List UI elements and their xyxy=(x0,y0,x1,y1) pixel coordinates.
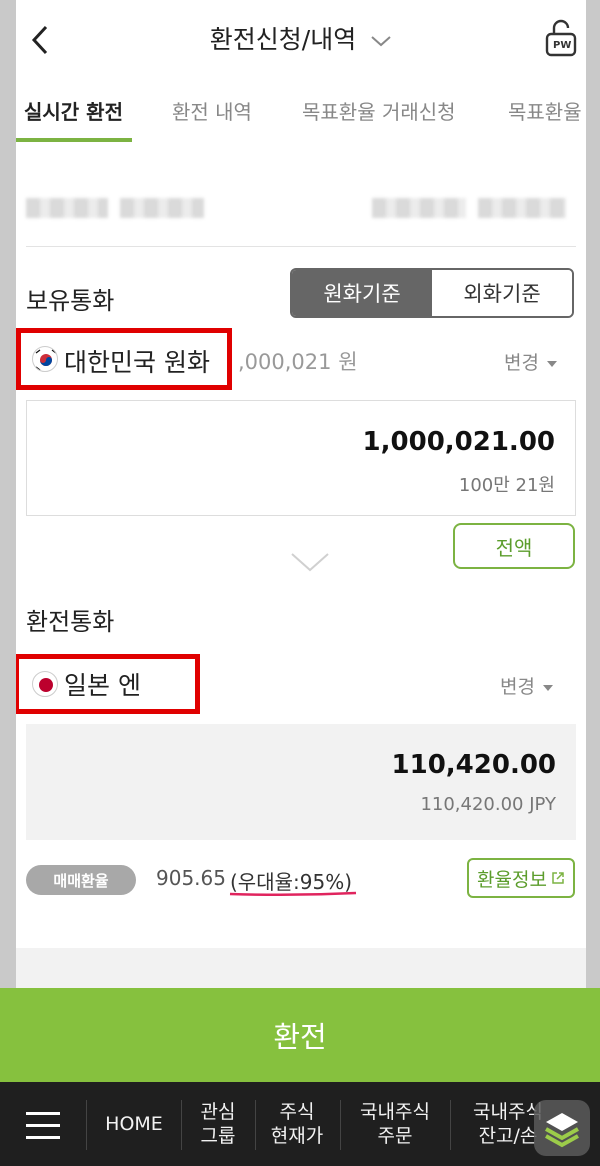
target-amount-jpy: 110,420.00 JPY xyxy=(420,794,556,815)
caret-down-icon xyxy=(542,684,553,691)
owned-amount-value: 1,000,021.00 xyxy=(362,427,555,457)
rate-info-button[interactable]: 환율정보 xyxy=(467,858,575,898)
owned-change-dropdown[interactable]: 변경 xyxy=(504,348,557,375)
tab-target-rate-request[interactable]: 목표환율 거래신청 xyxy=(302,96,456,125)
target-change-dropdown[interactable]: 변경 xyxy=(500,672,553,699)
owned-currency-title: 보유통화 xyxy=(26,287,115,315)
menu-icon[interactable] xyxy=(26,1112,60,1140)
header: 환전신청/내역 PW xyxy=(16,0,586,78)
chevron-down-icon xyxy=(371,36,391,47)
target-amount-value: 110,420.00 xyxy=(391,750,556,780)
nav-divider xyxy=(86,1100,87,1150)
tab-exchange-history[interactable]: 환전 내역 xyxy=(172,96,252,125)
account-blur-3 xyxy=(372,198,466,218)
nav-stock-price[interactable]: 주식 현재가 xyxy=(256,1082,338,1166)
target-change-label: 변경 xyxy=(500,676,535,698)
target-currency-name[interactable]: 일본 엔 xyxy=(64,666,141,702)
nav-divider xyxy=(340,1100,341,1150)
divider xyxy=(26,246,576,247)
full-amount-button[interactable]: 전액 xyxy=(453,523,575,569)
active-tab-indicator xyxy=(16,138,132,142)
exchange-button[interactable]: 환전 xyxy=(0,988,600,1082)
bottom-nav: HOME 관심 그룹 주식 현재가 국내주식 주문 국내주식 잔고/손 xyxy=(0,1082,600,1166)
layers-icon xyxy=(545,1113,579,1148)
red-underline-mark xyxy=(229,891,357,897)
layers-floating-button[interactable] xyxy=(534,1100,590,1156)
japan-flag-icon xyxy=(32,671,58,697)
tab-realtime-exchange[interactable]: 실시간 환전 xyxy=(24,96,123,125)
nav-divider xyxy=(450,1100,451,1150)
account-blur-2 xyxy=(120,198,204,218)
account-blur-4 xyxy=(478,198,566,218)
nav-domestic-order-line2: 주문 xyxy=(377,1125,413,1147)
owned-change-label: 변경 xyxy=(504,352,539,374)
lock-icon xyxy=(545,19,577,57)
nav-stock-price-line2: 현재가 xyxy=(270,1125,324,1147)
nav-domestic-balance-line1: 국내주식 xyxy=(473,1101,543,1123)
rate-info-label: 환율정보 xyxy=(477,868,547,891)
trading-rate-value: 905.65 xyxy=(156,866,226,890)
account-blur-1 xyxy=(26,198,108,218)
nav-watch-group-line1: 관심 xyxy=(200,1101,236,1123)
chevron-down-icon xyxy=(291,553,329,572)
fx-basis-option[interactable]: 외화기준 xyxy=(432,270,572,316)
nav-domestic-balance-line2: 잔고/손 xyxy=(478,1125,538,1147)
caret-down-icon xyxy=(546,360,557,367)
tab-bar: 실시간 환전 환전 내역 목표환율 거래신청 목표환율 거 xyxy=(16,78,586,144)
owned-currency-name[interactable]: 대한민국 원화 xyxy=(64,343,210,379)
nav-domestic-order[interactable]: 국내주식 주문 xyxy=(342,1082,448,1166)
page-title: 환전신청/내역 xyxy=(209,25,357,54)
owned-amount-korean: 100만 21원 xyxy=(458,475,555,496)
owned-balance: ,000,021 원 xyxy=(238,350,358,374)
target-currency-title: 환전통화 xyxy=(26,608,115,636)
owned-amount-input[interactable]: 1,000,021.00 100만 21원 xyxy=(26,400,576,516)
password-lock-button[interactable]: PW xyxy=(544,18,578,58)
tab-target-rate-more[interactable]: 목표환율 거 xyxy=(508,96,586,125)
trading-rate-badge: 매매환율 xyxy=(26,865,136,895)
external-link-icon xyxy=(552,872,564,884)
nav-stock-price-line1: 주식 xyxy=(279,1101,315,1123)
nav-domestic-order-line1: 국내주식 xyxy=(360,1101,430,1123)
nav-watch-group[interactable]: 관심 그룹 xyxy=(182,1082,254,1166)
page-title-dropdown[interactable]: 환전신청/내역 xyxy=(16,20,586,56)
nav-home[interactable]: HOME xyxy=(88,1082,180,1166)
pw-label: PW xyxy=(553,40,572,51)
korea-flag-icon xyxy=(32,346,58,372)
nav-watch-group-line2: 그룹 xyxy=(200,1125,236,1147)
target-amount-display: 110,420.00 110,420.00 JPY xyxy=(26,724,576,840)
spacer xyxy=(16,948,586,988)
basis-toggle: 원화기준 외화기준 xyxy=(290,268,574,318)
krw-basis-option[interactable]: 원화기준 xyxy=(292,270,432,316)
